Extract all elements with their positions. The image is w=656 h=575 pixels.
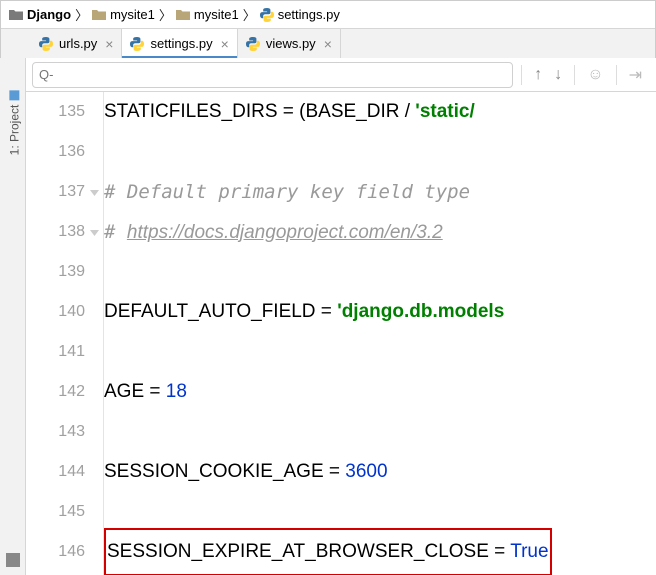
editor-tabs: urls.py × settings.py × views.py × bbox=[1, 29, 655, 59]
close-tab-icon[interactable]: × bbox=[105, 37, 113, 51]
folder-icon bbox=[92, 8, 106, 22]
breadcrumbs: Django 〉 mysite1 〉 mysite1 〉 settings.py bbox=[1, 1, 655, 29]
prev-occurrence-icon[interactable]: ↑ bbox=[534, 66, 542, 84]
tab-label: urls.py bbox=[59, 36, 97, 51]
breadcrumb-separator-icon: 〉 bbox=[243, 5, 256, 24]
breadcrumb-label: mysite1 bbox=[110, 7, 155, 22]
editor-tab[interactable]: urls.py × bbox=[31, 29, 122, 58]
next-occurrence-icon[interactable]: ↓ bbox=[554, 66, 562, 84]
code-content[interactable]: STATICFILES_DIRS = (BASE_DIR / 'static/ #… bbox=[104, 92, 656, 575]
line-number: 146 bbox=[26, 532, 85, 572]
project-tool-button[interactable]: 1: Project bbox=[7, 91, 21, 156]
code-line[interactable]: # https://docs.djangoproject.com/en/3.2 bbox=[104, 212, 656, 252]
line-number: 139 bbox=[26, 252, 85, 292]
breadcrumb-label: Django bbox=[27, 7, 71, 22]
search-input[interactable] bbox=[32, 62, 513, 88]
toolbar-actions: ↑ ↓ ☺ ⇥ bbox=[513, 65, 650, 85]
editor-tab[interactable]: views.py × bbox=[238, 29, 341, 58]
breadcrumb-separator-icon: 〉 bbox=[75, 5, 88, 24]
python-file-icon bbox=[39, 37, 53, 51]
line-number: 137 bbox=[26, 172, 85, 212]
line-number-gutter: 135136137138139140141142143144145146 bbox=[26, 92, 104, 575]
breadcrumb-item[interactable]: mysite1 bbox=[174, 5, 241, 24]
code-line[interactable]: # Default primary key field type bbox=[104, 172, 656, 212]
close-tab-icon[interactable]: × bbox=[221, 37, 229, 51]
python-file-icon bbox=[260, 8, 274, 22]
breadcrumb-item[interactable]: mysite1 bbox=[90, 5, 157, 24]
line-number: 135 bbox=[26, 92, 85, 132]
code-line[interactable] bbox=[104, 132, 656, 172]
code-line[interactable]: SESSION_COOKIE_AGE = 3600 bbox=[104, 452, 656, 492]
code-line[interactable]: AGE = 18 bbox=[104, 372, 656, 412]
code-line[interactable] bbox=[104, 332, 656, 372]
python-file-icon bbox=[130, 37, 144, 51]
line-number: 145 bbox=[26, 492, 85, 532]
editor-tab[interactable]: settings.py × bbox=[122, 29, 237, 59]
code-editor[interactable]: 135136137138139140141142143144145146 STA… bbox=[26, 92, 656, 575]
line-number: 142 bbox=[26, 372, 85, 412]
tab-label: views.py bbox=[266, 36, 316, 51]
fold-marker-icon[interactable] bbox=[88, 186, 101, 199]
breadcrumb-label: settings.py bbox=[278, 7, 340, 22]
code-line[interactable]: DEFAULT_AUTO_FIELD = 'django.db.models bbox=[104, 292, 656, 332]
code-line[interactable] bbox=[104, 492, 656, 532]
folder-icon bbox=[9, 8, 23, 22]
line-number: 143 bbox=[26, 412, 85, 452]
tab-label: settings.py bbox=[150, 36, 212, 51]
close-tab-icon[interactable]: × bbox=[324, 37, 332, 51]
breadcrumb-item[interactable]: settings.py bbox=[258, 5, 342, 24]
line-number: 136 bbox=[26, 132, 85, 172]
structure-tool-icon[interactable] bbox=[6, 553, 20, 567]
folder-icon bbox=[176, 8, 190, 22]
breadcrumb-label: mysite1 bbox=[194, 7, 239, 22]
breadcrumb-item[interactable]: Django bbox=[7, 5, 73, 24]
line-number: 144 bbox=[26, 452, 85, 492]
python-file-icon bbox=[246, 37, 260, 51]
breadcrumb-separator-icon: 〉 bbox=[159, 5, 172, 24]
code-line[interactable] bbox=[104, 252, 656, 292]
code-line[interactable]: SESSION_EXPIRE_AT_BROWSER_CLOSE = True bbox=[104, 532, 656, 572]
code-line[interactable] bbox=[104, 412, 656, 452]
tool-sidebar: 1: Project bbox=[0, 58, 26, 575]
line-number: 138 bbox=[26, 212, 85, 252]
reader-mode-icon[interactable]: ☺ bbox=[587, 66, 603, 84]
fold-marker-icon[interactable] bbox=[88, 226, 101, 239]
code-line[interactable]: STATICFILES_DIRS = (BASE_DIR / 'static/ bbox=[104, 92, 656, 132]
editor-toolbar: ↑ ↓ ☺ ⇥ bbox=[26, 58, 656, 92]
pin-icon[interactable]: ⇥ bbox=[629, 65, 642, 85]
line-number: 140 bbox=[26, 292, 85, 332]
line-number: 141 bbox=[26, 332, 85, 372]
